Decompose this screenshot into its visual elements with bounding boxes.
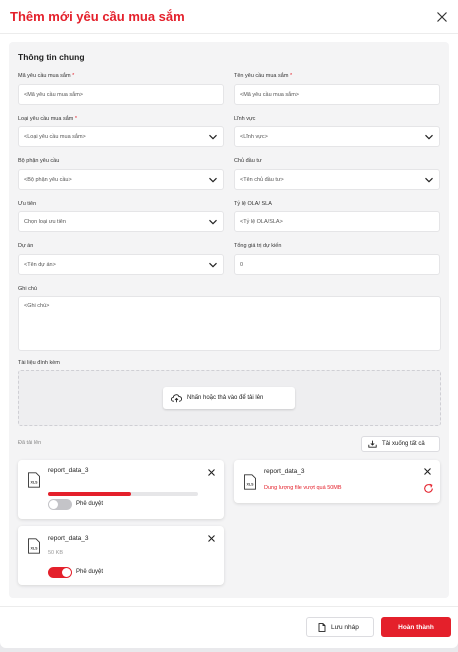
retry-icon[interactable] <box>423 483 434 494</box>
approval-label: Phê duyệt <box>76 569 104 575</box>
department-select[interactable]: <Bộ phận yêu cầu> <box>18 169 224 190</box>
file-card: XLS report_data_3 Dung lượng file vượt q… <box>234 460 440 503</box>
file-name: report_data_3 <box>264 468 305 475</box>
file-type-label: XLS <box>247 483 255 487</box>
request-code-input[interactable]: <Mã yêu cầu mua sắm> <box>18 84 224 105</box>
upload-progress-fill <box>48 492 131 496</box>
approval-toggle[interactable] <box>48 499 72 510</box>
chevron-down-icon <box>425 177 433 183</box>
save-draft-button[interactable]: Lưu nháp <box>306 617 374 637</box>
field-label: Lĩnh vực <box>234 116 256 122</box>
file-card: XLS report_data_3 50 KB Phê duyệt <box>18 526 224 585</box>
investor-select[interactable]: <Tên chủ đầu tư> <box>234 169 440 190</box>
file-type-label: XLS <box>31 481 39 485</box>
modal-title: Thêm mới yêu cầu mua sắm <box>10 9 185 24</box>
modal-header: Thêm mới yêu cầu mua sắm <box>0 0 458 34</box>
request-code-label: Mã yêu cầu mua sắm * <box>18 73 75 79</box>
chevron-down-icon <box>425 134 433 140</box>
upload-button[interactable]: Nhấn hoặc thả vào để tải lên <box>163 387 295 409</box>
file-type-label: XLS <box>31 547 39 551</box>
document-icon <box>318 622 326 632</box>
notes-label: Ghi chú <box>18 286 37 292</box>
priority-select[interactable]: Chọn loại ưu tiên <box>18 211 224 232</box>
project-label: Dự án <box>18 243 34 249</box>
project-select[interactable]: <Tên dự án> <box>18 254 224 275</box>
investor-label: Chủ đầu tư <box>234 158 262 164</box>
file-card: XLS report_data_3 Phê duyệt <box>18 460 224 519</box>
remove-file-icon[interactable] <box>207 468 216 477</box>
remove-file-icon[interactable] <box>207 534 216 543</box>
request-type-select[interactable]: <Loại yêu cầu mua sắm> <box>18 126 224 147</box>
file-size: 50 KB <box>48 550 63 556</box>
chevron-down-icon <box>209 177 217 183</box>
xls-file-icon: XLS <box>28 538 40 554</box>
chevron-down-icon <box>209 219 217 225</box>
ola-sla-input[interactable]: <Tỷ lệ OLA/SLA> <box>234 211 440 232</box>
priority-label: Ưu tiên <box>18 201 37 207</box>
approval-label: Phê duyệt <box>76 501 104 507</box>
close-icon[interactable] <box>434 9 450 25</box>
remove-file-icon[interactable] <box>423 467 432 476</box>
upload-progress-bar <box>48 492 198 496</box>
chevron-down-icon <box>209 262 217 268</box>
approval-toggle[interactable] <box>48 567 72 578</box>
uploaded-label: Đã tải lên <box>18 440 42 446</box>
estimated-total-label: Tổng giá trị dự kiến <box>234 243 282 249</box>
file-name: report_data_3 <box>48 535 89 542</box>
request-name-input[interactable]: <Mã yêu cầu mua sắm> <box>234 84 440 105</box>
ola-sla-label: Tỷ lệ OLA/ SLA <box>234 201 272 207</box>
attachments-label: Tài liệu đính kèm <box>18 360 60 366</box>
request-type-label: Loại yêu cầu mua sắm * <box>18 116 78 122</box>
download-tray-icon <box>368 440 377 448</box>
request-name-label: Tên yêu cầu mua sắm * <box>234 73 293 79</box>
submit-button[interactable]: Hoàn thành <box>381 617 451 637</box>
download-all-button[interactable]: Tải xuống tất cả <box>361 436 440 452</box>
section-title-general: Thông tin chung <box>18 52 85 62</box>
notes-textarea[interactable]: <Ghi chú> <box>18 296 441 351</box>
toggle-knob <box>62 568 71 577</box>
xls-file-icon: XLS <box>244 474 256 490</box>
create-purchase-request-modal: Thêm mới yêu cầu mua sắm Thông tin chung… <box>0 0 458 648</box>
cloud-upload-icon <box>171 394 182 403</box>
chevron-down-icon <box>209 134 217 140</box>
field-select[interactable]: <Lĩnh vực> <box>234 126 440 147</box>
department-label: Bộ phận yêu cầu <box>18 158 60 164</box>
toggle-knob <box>49 500 58 509</box>
estimated-total-input[interactable]: 0 <box>234 254 440 275</box>
xls-file-icon: XLS <box>28 472 40 488</box>
file-error-message: Dung lượng file vượt quá 50MB <box>264 485 342 491</box>
file-name: report_data_3 <box>48 467 89 474</box>
